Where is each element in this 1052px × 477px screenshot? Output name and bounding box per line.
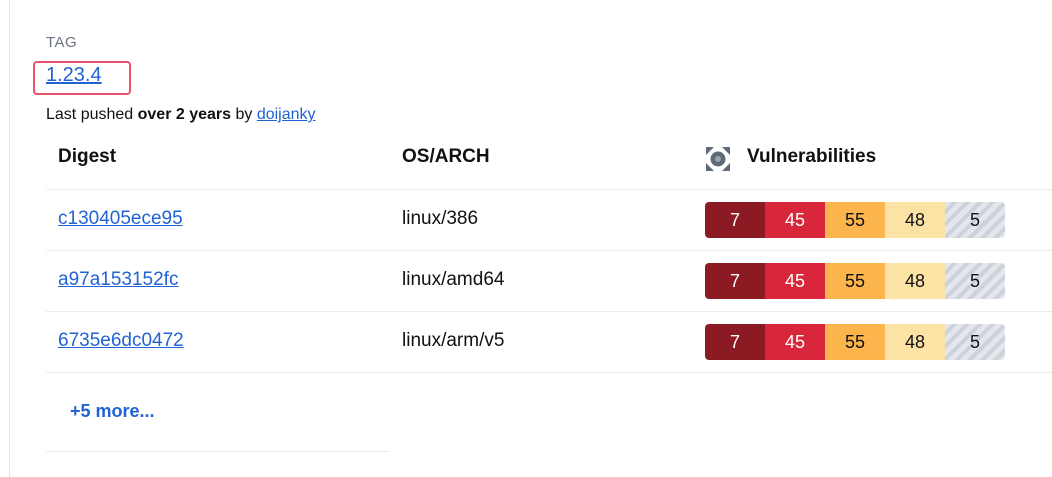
critical-count: 7 <box>705 263 765 299</box>
os-arch-column-header: OS/ARCH <box>402 146 490 167</box>
high-count: 45 <box>765 263 825 299</box>
digest-link[interactable]: c130405ece95 <box>58 208 183 230</box>
medium-count: 55 <box>825 202 885 238</box>
unspecified-count: 5 <box>945 202 1005 238</box>
medium-count: 55 <box>825 324 885 360</box>
tag-card: TAG 1.23.4 Last pushed over 2 years by d… <box>0 0 1052 477</box>
digest-column-header: Digest <box>58 146 117 167</box>
row-divider <box>46 311 1052 312</box>
low-count: 48 <box>885 263 945 299</box>
tag-link[interactable]: 1.23.4 <box>46 64 102 87</box>
pushed-by-word: by <box>231 106 257 123</box>
digest-link[interactable]: 6735e6dc0472 <box>58 330 184 352</box>
pushed-when: over 2 years <box>137 106 232 123</box>
pushed-prefix: Last pushed <box>46 106 138 123</box>
critical-count: 7 <box>705 202 765 238</box>
tag-caption: TAG <box>46 34 78 51</box>
critical-count: 7 <box>705 324 765 360</box>
scout-vulnerability-icon <box>706 147 730 171</box>
row-divider <box>46 250 1052 251</box>
row-divider <box>46 189 1052 190</box>
high-count: 45 <box>765 324 825 360</box>
os-arch-value: linux/arm/v5 <box>402 330 505 351</box>
show-more-link[interactable]: +5 more... <box>70 401 155 422</box>
os-arch-value: linux/amd64 <box>402 269 505 290</box>
last-pushed-info: Last pushed over 2 years by doijanky <box>46 106 316 124</box>
unspecified-count: 5 <box>945 263 1005 299</box>
low-count: 48 <box>885 324 945 360</box>
row-divider <box>46 372 1052 373</box>
vulnerability-bar[interactable]: 7 45 55 48 5 <box>705 263 1005 299</box>
vulnerabilities-column-header: Vulnerabilities <box>747 146 877 167</box>
vulnerability-bar[interactable]: 7 45 55 48 5 <box>705 324 1005 360</box>
unspecified-count: 5 <box>945 324 1005 360</box>
os-arch-value: linux/386 <box>402 208 479 229</box>
vulnerability-bar[interactable]: 7 45 55 48 5 <box>705 202 1005 238</box>
medium-count: 55 <box>825 263 885 299</box>
high-count: 45 <box>765 202 825 238</box>
pushed-user-link[interactable]: doijanky <box>257 106 316 123</box>
digest-link[interactable]: a97a153152fc <box>58 269 178 291</box>
low-count: 48 <box>885 202 945 238</box>
divider <box>9 0 10 477</box>
divider <box>46 451 390 452</box>
